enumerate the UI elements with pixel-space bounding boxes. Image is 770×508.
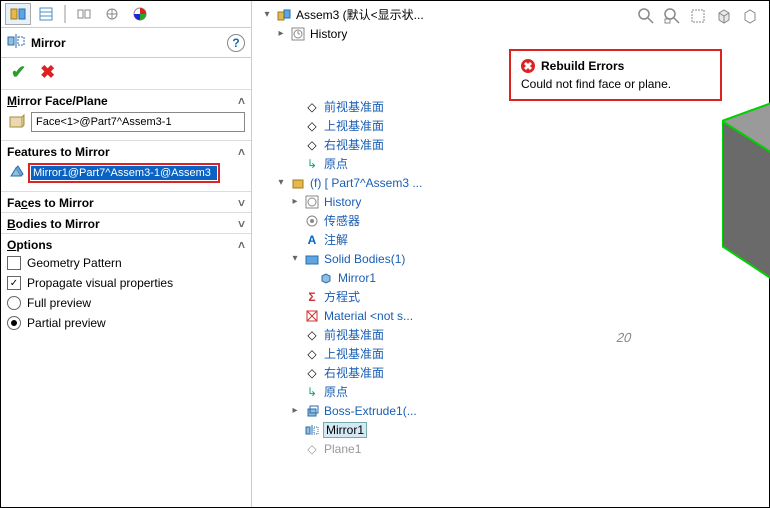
propagate-visual-checkbox[interactable]: ✓ Propagate visual properties xyxy=(7,276,245,290)
section-view-icon[interactable] xyxy=(689,7,707,28)
chevron-up-icon: ˄ xyxy=(238,238,245,252)
command-title: Mirror xyxy=(31,36,66,50)
dimension-label[interactable]: 20 xyxy=(615,330,633,345)
view-toolbar xyxy=(637,7,759,28)
ok-cancel-row: ✔ ✖ xyxy=(1,58,251,89)
feature-list-item[interactable]: Mirror1@Part7^Assem3-1@Assem3 xyxy=(31,166,217,180)
tree-top-plane[interactable]: 上视基准面 xyxy=(324,117,384,134)
display-style-icon[interactable] xyxy=(741,7,759,28)
tree-part[interactable]: (f) [ Part7^Assem3 ... xyxy=(310,176,422,190)
command-header: Mirror ? xyxy=(1,28,251,58)
assembly-icon xyxy=(276,7,292,23)
tree-body-mirror1[interactable]: Mirror1 xyxy=(338,271,376,285)
section-mirror-face-plane[interactable]: Mirror Face/Plane ˄ xyxy=(1,90,251,110)
origin-icon: ↳ xyxy=(304,384,320,400)
cancel-button[interactable]: ✖ xyxy=(40,62,55,83)
tab-display-manager[interactable] xyxy=(127,3,153,25)
body-icon xyxy=(318,270,334,286)
model-view[interactable] xyxy=(722,81,770,364)
annotation-icon: A xyxy=(304,232,320,248)
tab-feature-manager[interactable] xyxy=(5,3,31,25)
panel-tab-row xyxy=(1,1,251,28)
expand-icon[interactable]: ▸ xyxy=(276,28,286,39)
zoom-area-icon[interactable] xyxy=(663,7,681,28)
mirror-feature-icon xyxy=(304,422,320,438)
chevron-up-icon: ˄ xyxy=(238,145,245,159)
history-icon xyxy=(304,194,320,210)
tree-origin2[interactable]: 原点 xyxy=(324,383,348,400)
tree-solid-bodies[interactable]: Solid Bodies(1) xyxy=(324,252,405,266)
folder-icon xyxy=(304,251,320,267)
tree-sensors[interactable]: 传感器 xyxy=(324,212,360,229)
expand-icon[interactable]: ▾ xyxy=(262,9,272,20)
partial-preview-radio[interactable]: Partial preview xyxy=(7,316,245,330)
expand-icon[interactable]: ▸ xyxy=(290,405,300,416)
error-message: Could not find face or plane. xyxy=(521,77,710,91)
plane-icon: ◇ xyxy=(304,327,320,343)
tree-material[interactable]: Material <not s... xyxy=(324,309,413,323)
plane-icon: ◇ xyxy=(304,441,320,457)
tree-boss-extrude[interactable]: Boss-Extrude1(... xyxy=(324,404,417,418)
origin-icon: ↳ xyxy=(304,156,320,172)
graphics-area[interactable]: ▾Assem3 (默认<显示状... ▸History ◇前视基准面 ◇上视基准… xyxy=(252,1,769,507)
full-preview-radio[interactable]: Full preview xyxy=(7,296,245,310)
chevron-down-icon: ˅ xyxy=(238,196,245,210)
ok-button[interactable]: ✔ xyxy=(11,62,26,83)
face-selector-icon xyxy=(7,112,27,132)
tree-right-plane[interactable]: 右视基准面 xyxy=(324,136,384,153)
tree-history[interactable]: History xyxy=(310,27,347,41)
tree-front-plane2[interactable]: 前视基准面 xyxy=(324,326,384,343)
property-manager-panel: Mirror ? ✔ ✖ Mirror Face/Plane ˄ Feature… xyxy=(1,1,252,507)
tree-equations[interactable]: 方程式 xyxy=(324,288,360,305)
tree-root[interactable]: Assem3 (默认<显示状... xyxy=(296,6,424,23)
mirror-command-icon xyxy=(7,32,25,53)
section-bodies-to-mirror[interactable]: Bodies to Mirror ˅ xyxy=(1,213,251,233)
feature-selector-icon xyxy=(7,163,27,183)
tree-top-plane2[interactable]: 上视基准面 xyxy=(324,345,384,362)
tree-history2[interactable]: History xyxy=(324,195,361,209)
plane-icon: ◇ xyxy=(304,99,320,115)
expand-icon[interactable]: ▸ xyxy=(290,196,300,207)
mirror-face-input[interactable] xyxy=(31,112,245,132)
help-icon[interactable]: ? xyxy=(227,34,245,52)
plane-icon: ◇ xyxy=(304,118,320,134)
feature-tree[interactable]: ▾Assem3 (默认<显示状... ▸History ◇前视基准面 ◇上视基准… xyxy=(262,5,502,458)
tab-configuration-manager[interactable] xyxy=(71,3,97,25)
part-icon xyxy=(290,175,306,191)
tree-plane1[interactable]: Plane1 xyxy=(324,442,361,456)
rebuild-error-balloon: ✖ Rebuild Errors Could not find face or p… xyxy=(509,49,722,101)
geometry-pattern-checkbox[interactable]: Geometry Pattern xyxy=(7,256,245,270)
plane-icon: ◇ xyxy=(304,137,320,153)
tree-right-plane2[interactable]: 右视基准面 xyxy=(324,364,384,381)
plane-icon: ◇ xyxy=(304,346,320,362)
plane-icon: ◇ xyxy=(304,365,320,381)
chevron-down-icon: ˅ xyxy=(238,217,245,231)
material-icon xyxy=(304,308,320,324)
equations-icon: Σ xyxy=(304,289,320,305)
app-root: Mirror ? ✔ ✖ Mirror Face/Plane ˄ Feature… xyxy=(0,0,770,508)
section-options[interactable]: Options ˄ xyxy=(1,234,251,254)
tree-mirror1[interactable]: Mirror1 xyxy=(324,423,366,437)
expand-icon[interactable]: ▾ xyxy=(290,253,300,264)
expand-icon[interactable]: ▾ xyxy=(276,177,286,188)
extrude-icon xyxy=(304,403,320,419)
tab-property-manager[interactable] xyxy=(33,3,59,25)
tree-annotations[interactable]: 注解 xyxy=(324,231,348,248)
chevron-up-icon: ˄ xyxy=(238,94,245,108)
tree-origin[interactable]: 原点 xyxy=(324,155,348,172)
error-icon: ✖ xyxy=(521,59,535,73)
tab-dimxpert[interactable] xyxy=(99,3,125,25)
error-title: Rebuild Errors xyxy=(541,59,624,73)
zoom-in-icon[interactable] xyxy=(637,7,655,28)
section-features-to-mirror[interactable]: Features to Mirror ˄ xyxy=(1,141,251,161)
sensor-icon xyxy=(304,213,320,229)
view-cube-icon[interactable] xyxy=(715,7,733,28)
tree-front-plane[interactable]: 前视基准面 xyxy=(324,98,384,115)
section-faces-to-mirror[interactable]: Faces to Mirror ˅ xyxy=(1,192,251,212)
history-icon xyxy=(290,26,306,42)
